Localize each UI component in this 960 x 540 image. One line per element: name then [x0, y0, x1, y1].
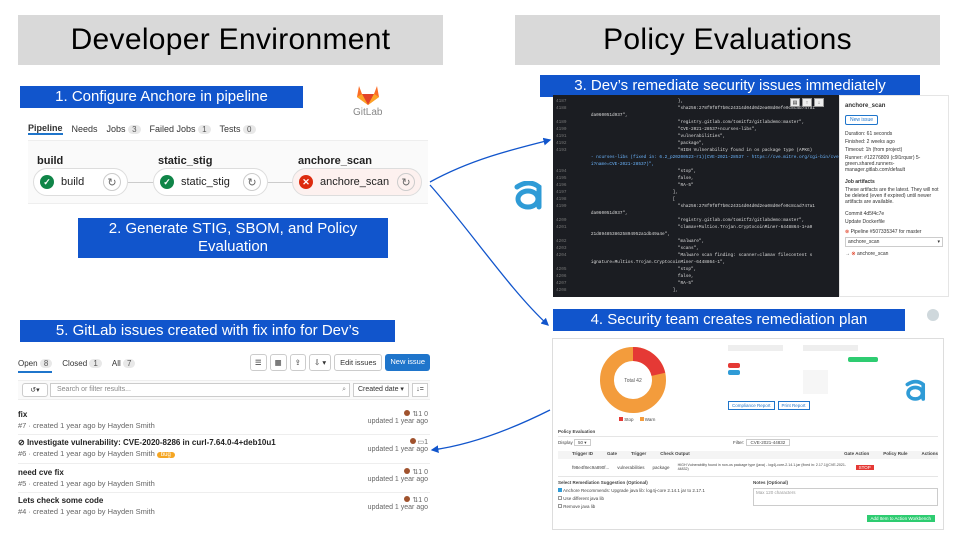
arrow-pipeline-to-security [429, 184, 549, 326]
arrow-security-to-issues [430, 409, 551, 454]
arrow-pipeline-to-joblog [429, 137, 552, 183]
flow-arrows [429, 137, 552, 454]
